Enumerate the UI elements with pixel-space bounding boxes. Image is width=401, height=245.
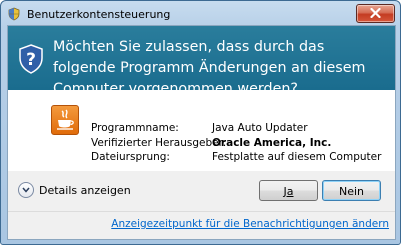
close-icon: [370, 8, 381, 18]
title-bar: Benutzerkontensteuerung: [1, 1, 400, 27]
publisher-label: Verifizierter Herausgeber:: [91, 137, 227, 149]
file-origin-value: Festplatte auf diesem Computer: [212, 151, 382, 163]
program-name-value: Java Auto Updater: [212, 122, 308, 134]
program-info-panel: Programmname: Java Auto Updater Verifizi…: [8, 90, 395, 171]
publisher-value: Oracle America, Inc.: [212, 137, 332, 149]
no-button[interactable]: Nein: [322, 180, 381, 201]
chevron-down-circle-icon: [18, 182, 34, 198]
window-title: Benutzerkontensteuerung: [27, 8, 171, 21]
prompt-header: ? Möchten Sie zulassen, dass durch das f…: [8, 26, 395, 97]
uac-shield-icon: [8, 7, 20, 21]
button-bar: Details anzeigen Ja Nein: [8, 171, 395, 212]
uac-shield-question-icon: ?: [19, 44, 43, 74]
svg-text:?: ?: [26, 50, 36, 70]
java-app-icon: [51, 105, 79, 135]
yes-button-label: Ja: [283, 185, 294, 198]
program-name-label: Programmname:: [91, 122, 179, 134]
notification-settings-link[interactable]: Anzeigezeitpunkt für die Benachrichtigun…: [111, 218, 389, 230]
no-button-label: Nein: [338, 185, 365, 198]
file-origin-label: Dateiursprung:: [91, 151, 170, 163]
uac-dialog-window: Benutzerkontensteuerung ? Möchten Sie zu…: [0, 0, 401, 245]
details-label: Details anzeigen: [39, 184, 131, 197]
yes-button[interactable]: Ja: [259, 180, 318, 201]
dialog-body: ? Möchten Sie zulassen, dass durch das f…: [7, 25, 396, 240]
close-button[interactable]: [356, 4, 395, 23]
footer: Anzeigezeitpunkt für die Benachrichtigun…: [8, 212, 395, 239]
